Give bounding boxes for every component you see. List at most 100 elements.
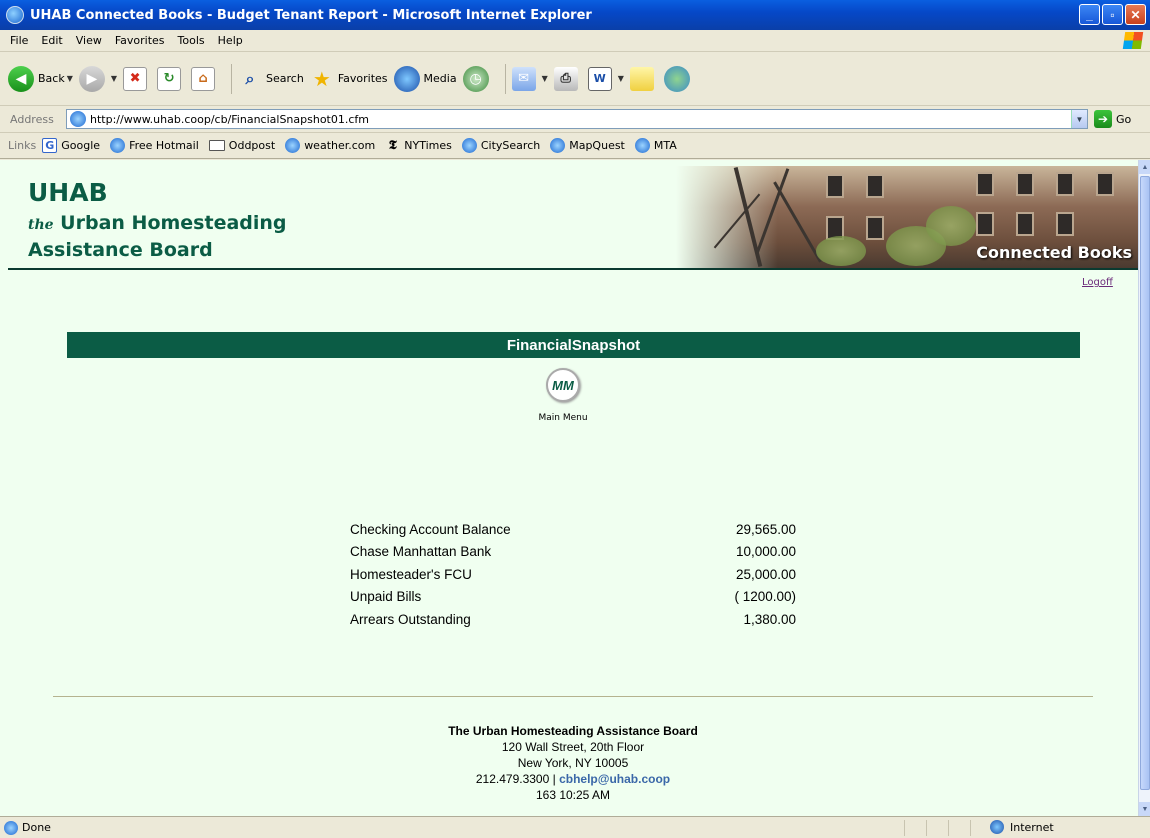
mail-button[interactable]: ✉ ▼	[511, 66, 548, 91]
link-mta-label: MTA	[653, 139, 677, 152]
link-free-hotmail[interactable]: Free Hotmail	[110, 138, 199, 153]
status-bar: Done Internet	[0, 816, 1150, 838]
mail-dropdown-icon[interactable]: ▼	[542, 74, 548, 83]
link-mapquest-label: MapQuest	[569, 139, 625, 152]
print-button[interactable]: ⎙	[553, 66, 582, 91]
link-google[interactable]: G Google	[42, 138, 100, 153]
address-label: Address	[10, 112, 54, 126]
table-row: Homesteader's FCU 25,000.00	[350, 563, 796, 586]
ie-logo-icon	[6, 6, 24, 24]
favorites-star-icon: ★	[312, 66, 331, 91]
footer-email-link[interactable]: cbhelp@uhab.coop	[559, 772, 670, 786]
link-mta[interactable]: MTA	[634, 138, 677, 153]
financial-snapshot-table: Checking Account Balance 29,565.00 Chase…	[350, 518, 796, 631]
toolbar-separator	[231, 63, 233, 94]
edit-button[interactable]: W ▼	[587, 66, 624, 91]
scroll-thumb[interactable]	[1140, 176, 1150, 790]
search-icon: ⌕	[245, 68, 255, 88]
table-row: Arrears Outstanding 1,380.00	[350, 608, 796, 631]
address-field[interactable]: ▼	[66, 109, 1088, 129]
status-panels	[904, 820, 992, 836]
done-page-icon	[4, 820, 18, 835]
scroll-up-icon[interactable]: ▲	[1139, 160, 1150, 174]
site-banner: UHAB the Urban Homesteading Assistance B…	[8, 166, 1138, 270]
edit-dropdown-icon[interactable]: ▼	[618, 74, 624, 83]
stop-button[interactable]: ✖	[123, 66, 151, 91]
go-button[interactable]: ➔ Go	[1094, 110, 1131, 128]
media-button[interactable]: Media	[393, 65, 457, 92]
address-dropdown-icon[interactable]: ▼	[1071, 110, 1087, 128]
logoff-link[interactable]: Logoff	[1082, 277, 1113, 288]
history-button[interactable]: ◷	[462, 65, 493, 92]
page-viewport: UHAB the Urban Homesteading Assistance B…	[0, 160, 1138, 816]
messenger-button[interactable]	[663, 65, 694, 92]
window-controls: _ ▫ ✕	[1079, 4, 1146, 25]
row-value: ( 1200.00)	[734, 589, 796, 605]
back-dropdown-icon[interactable]: ▼	[67, 74, 73, 83]
main-menu-label[interactable]: Main Menu	[530, 413, 596, 423]
mail-icon: ✉	[511, 66, 536, 91]
back-label: Back	[38, 72, 65, 85]
main-menu-button[interactable]: MM	[546, 368, 580, 402]
footer-address-line2: New York, NY 10005	[517, 756, 629, 770]
mail-envelope-icon	[208, 140, 225, 151]
discuss-button[interactable]	[629, 66, 658, 91]
link-citysearch-label: CitySearch	[480, 139, 541, 152]
minimize-button[interactable]: _	[1079, 4, 1100, 25]
toolbar-separator	[504, 63, 506, 94]
menu-tools[interactable]: Tools	[178, 34, 205, 47]
go-arrow-icon: ➔	[1094, 110, 1112, 128]
link-oddpost[interactable]: Oddpost	[208, 139, 276, 152]
row-label: Arrears Outstanding	[350, 611, 471, 627]
link-citysearch[interactable]: CitySearch	[461, 138, 541, 153]
link-oddpost-label: Oddpost	[228, 139, 276, 152]
url-input[interactable]	[90, 111, 1071, 127]
ie-page-icon	[634, 138, 650, 153]
row-value: 29,565.00	[735, 521, 796, 537]
close-button[interactable]: ✕	[1125, 4, 1146, 25]
row-label: Checking Account Balance	[350, 521, 511, 537]
favorites-label: Favorites	[337, 72, 388, 85]
link-weather[interactable]: weather.com	[285, 138, 375, 153]
menu-edit[interactable]: Edit	[41, 34, 62, 47]
forward-button[interactable]: ▶ ▼	[78, 65, 117, 92]
menu-file[interactable]: File	[10, 34, 28, 47]
print-icon: ⎙	[553, 66, 578, 91]
back-arrow-icon: ◀	[8, 65, 34, 92]
row-value: 1,380.00	[743, 611, 796, 627]
link-google-label: Google	[61, 139, 101, 152]
favorites-button[interactable]: ★ Favorites	[310, 67, 388, 91]
ie-page-icon	[285, 138, 301, 153]
back-button[interactable]: ◀ Back ▼	[8, 65, 73, 92]
table-row: Checking Account Balance 29,565.00	[350, 518, 796, 541]
note-icon	[629, 66, 654, 91]
go-label: Go	[1116, 112, 1132, 126]
window-title: UHAB Connected Books - Budget Tenant Rep…	[30, 7, 592, 23]
word-edit-icon: W	[587, 66, 612, 91]
page-footer: The Urban Homesteading Assistance Board …	[0, 723, 1138, 803]
scroll-down-icon[interactable]: ▼	[1139, 802, 1150, 816]
zone-label: Internet	[1010, 820, 1054, 834]
search-button[interactable]: ⌕ Search	[238, 67, 304, 91]
connected-books-caption: Connected Books	[976, 243, 1132, 262]
menu-view[interactable]: View	[76, 34, 102, 47]
history-clock-icon: ◷	[462, 65, 489, 92]
footer-org-name: The Urban Homesteading Assistance Board	[448, 724, 698, 738]
media-label: Media	[423, 72, 457, 85]
home-icon: ⌂	[191, 66, 216, 91]
link-mapquest[interactable]: MapQuest	[550, 138, 625, 153]
ie-page-icon	[461, 138, 477, 153]
refresh-button[interactable]: ↻	[157, 66, 185, 91]
row-label: Unpaid Bills	[350, 589, 422, 605]
maximize-button[interactable]: ▫	[1102, 4, 1123, 25]
row-label: Homesteader's FCU	[350, 566, 472, 582]
link-nytimes[interactable]: 𝕿 NYTimes	[385, 138, 452, 153]
footer-divider	[53, 696, 1093, 697]
menu-favorites[interactable]: Favorites	[115, 34, 165, 47]
home-button[interactable]: ⌂	[191, 66, 219, 91]
vertical-scrollbar[interactable]: ▲ ▼	[1138, 160, 1150, 816]
menu-help[interactable]: Help	[218, 34, 243, 47]
forward-dropdown-icon[interactable]: ▼	[111, 74, 117, 83]
row-value: 10,000.00	[735, 544, 796, 560]
row-label: Chase Manhattan Bank	[350, 544, 492, 560]
